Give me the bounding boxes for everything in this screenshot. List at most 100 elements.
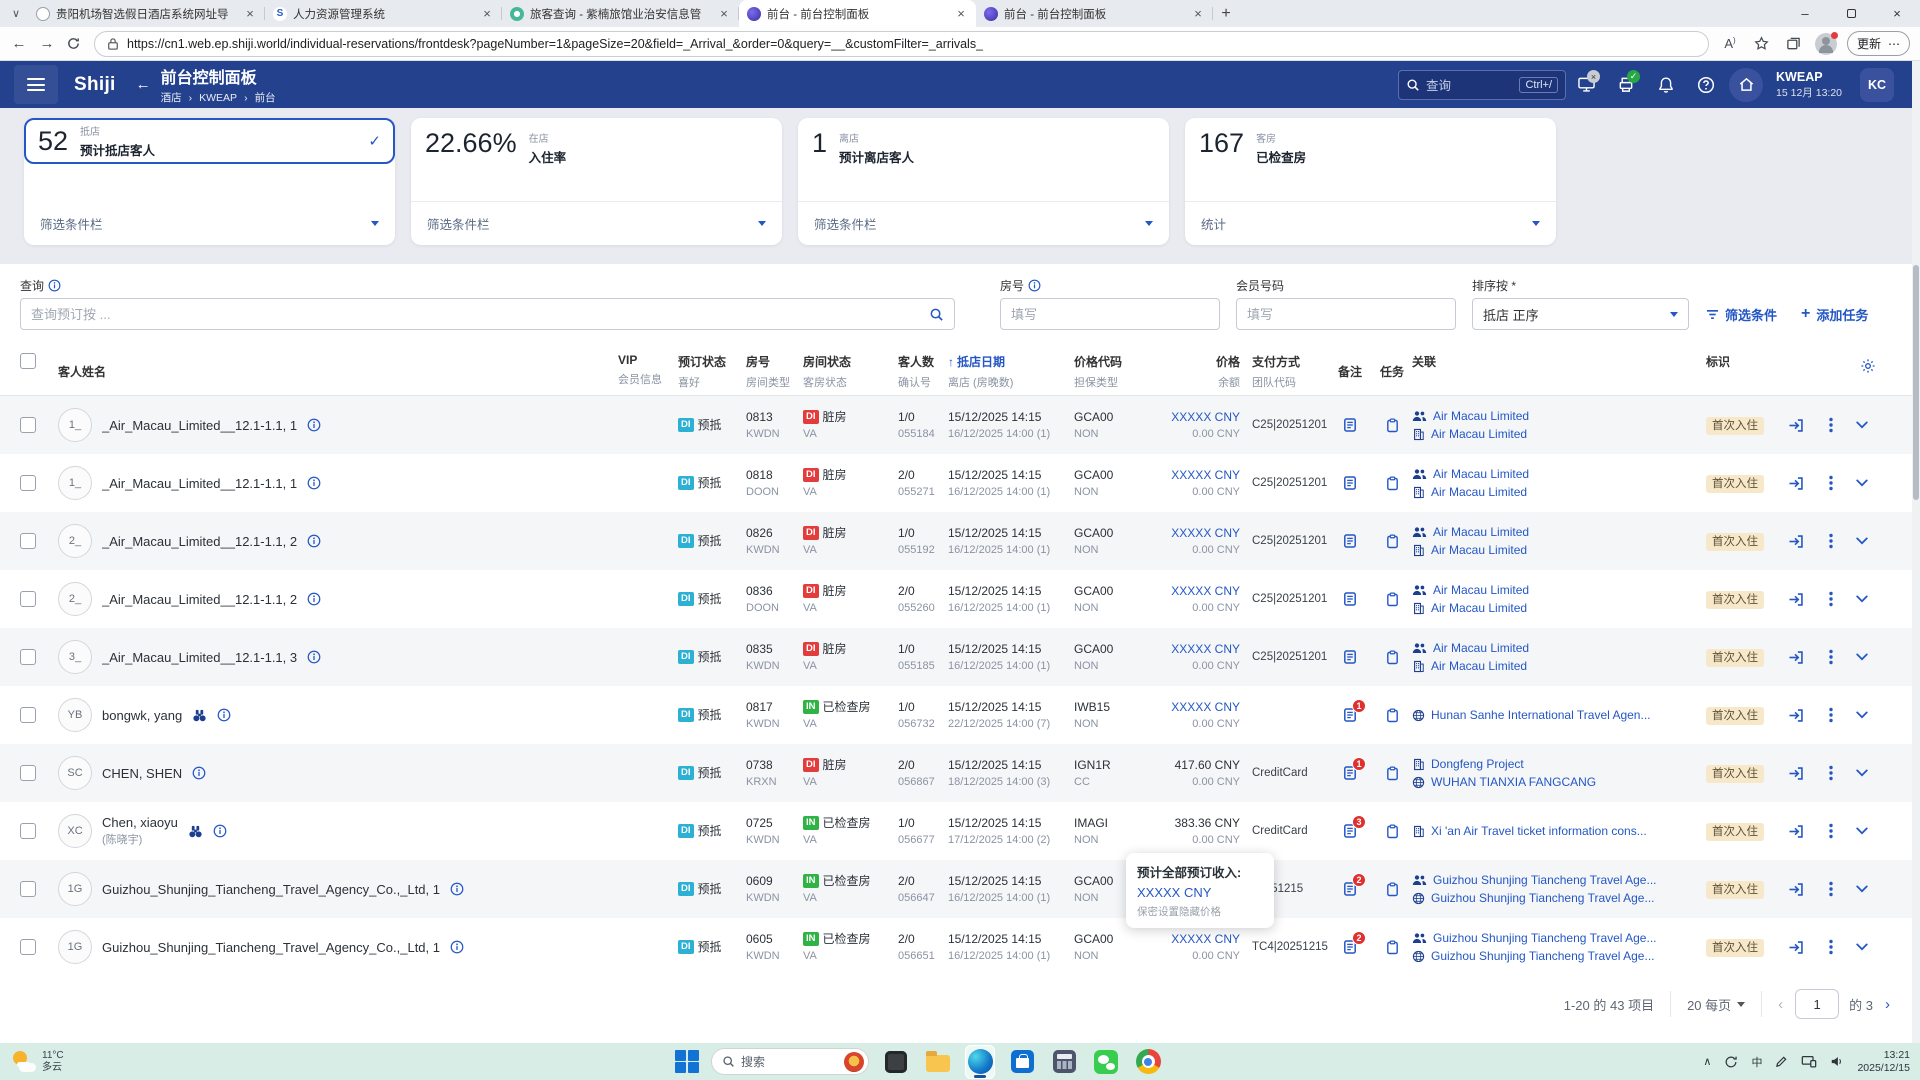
info-icon[interactable] (307, 476, 321, 490)
notes-icon[interactable] (1342, 475, 1358, 491)
row-checkbox[interactable] (20, 881, 36, 897)
window-minimize-button[interactable]: – (1782, 0, 1828, 27)
kpi-card-footer[interactable]: 筛选条件栏 (411, 202, 782, 245)
expand-row-chevron-icon[interactable] (1856, 711, 1868, 719)
expand-row-chevron-icon[interactable] (1856, 769, 1868, 777)
browser-tab[interactable]: 前台 - 前台控制面板 × (739, 0, 976, 27)
price[interactable]: XXXXX CNY (1140, 932, 1240, 947)
breadcrumb-item[interactable]: 前台 (255, 90, 276, 105)
kpi-card-footer[interactable]: 筛选条件栏 (798, 202, 1169, 245)
taskbar-clock[interactable]: 13:21 2025/12/15 (1857, 1049, 1910, 1074)
info-icon[interactable] (450, 940, 464, 954)
kebab-menu-icon[interactable] (1829, 881, 1833, 897)
reservation-row[interactable]: SC CHEN, SHEN DI预抵 0738 KRXN DI脏房 VA 2/0… (0, 744, 1912, 802)
tray-hidden-icons-chevron[interactable]: ∧ (1703, 1055, 1711, 1068)
kebab-menu-icon[interactable] (1829, 533, 1833, 549)
column-header[interactable]: 房号 房间类型 (746, 353, 803, 390)
related-party-link[interactable]: Air Macau Limited (1412, 658, 1706, 674)
row-checkbox[interactable] (20, 475, 36, 491)
more-menu-icon[interactable]: ⋯ (1888, 37, 1900, 51)
sort-by-select[interactable]: 抵店 正序 (1472, 298, 1689, 330)
query-search-input[interactable] (31, 307, 921, 322)
price[interactable]: XXXXX CNY (1140, 584, 1240, 599)
kebab-menu-icon[interactable] (1829, 823, 1833, 839)
reservation-row[interactable]: 1_ _Air_Macau_Limited__12.1-1.1, 1 DI预抵 … (0, 396, 1912, 454)
price[interactable]: XXXXX CNY (1140, 642, 1240, 657)
row-checkbox[interactable] (20, 533, 36, 549)
favorite-star-icon[interactable] (1751, 36, 1773, 51)
kebab-menu-icon[interactable] (1829, 939, 1833, 955)
reservation-row[interactable]: 2_ _Air_Macau_Limited__12.1-1.1, 2 DI预抵 … (0, 570, 1912, 628)
notes-icon[interactable] (1342, 533, 1358, 549)
related-party-link[interactable]: Guizhou Shunjing Tiancheng Travel Age... (1412, 948, 1706, 964)
tasks-icon[interactable] (1385, 824, 1400, 839)
user-avatar[interactable]: KC (1860, 68, 1894, 102)
info-icon[interactable] (192, 766, 206, 780)
global-search-input[interactable]: 查询 Ctrl+/ (1398, 70, 1566, 100)
edge-browser-icon[interactable] (965, 1045, 995, 1079)
fiscal-printer-icon[interactable]: ✓ (1606, 76, 1646, 93)
column-header[interactable]: 标识 (1706, 353, 1778, 390)
row-checkbox[interactable] (20, 765, 36, 781)
tray-sync-icon[interactable] (1724, 1055, 1738, 1069)
row-checkbox[interactable] (20, 707, 36, 723)
notes-icon[interactable] (1342, 417, 1358, 433)
property-info[interactable]: KWEAP 15 12月 13:20 (1776, 70, 1842, 100)
info-icon[interactable] (48, 279, 61, 292)
expand-row-chevron-icon[interactable] (1856, 479, 1868, 487)
check-in-icon[interactable] (1788, 708, 1805, 723)
check-in-icon[interactable] (1788, 940, 1805, 955)
related-party-link[interactable]: Dongfeng Project (1412, 756, 1706, 772)
row-checkbox[interactable] (20, 417, 36, 433)
info-icon[interactable] (1028, 279, 1041, 292)
price[interactable]: XXXXX CNY (1140, 410, 1240, 425)
browser-tab[interactable]: S 人力资源管理系统 × (265, 0, 502, 27)
reservation-row[interactable]: 2_ _Air_Macau_Limited__12.1-1.1, 2 DI预抵 … (0, 512, 1912, 570)
price[interactable]: XXXXX CNY (1140, 700, 1240, 715)
taskbar-search-box[interactable]: 搜索 (711, 1048, 869, 1075)
previous-page-icon[interactable]: ‹ (1778, 996, 1783, 1013)
url-field[interactable]: https://cn1.web.ep.shiji.world/individua… (94, 31, 1709, 57)
start-button[interactable] (675, 1050, 699, 1074)
row-checkbox[interactable] (20, 591, 36, 607)
calculator-icon[interactable] (1049, 1045, 1079, 1079)
reservation-row[interactable]: 1G Guizhou_Shunjing_Tiancheng_Travel_Age… (0, 918, 1912, 976)
column-header[interactable]: 房间状态 客房状态 (803, 353, 898, 390)
member-number-input[interactable] (1247, 307, 1445, 322)
column-header[interactable]: 支付方式 团队代码 (1240, 353, 1328, 390)
related-party-link[interactable]: Air Macau Limited (1412, 600, 1706, 616)
kebab-menu-icon[interactable] (1829, 417, 1833, 433)
notes-icon[interactable]: 2 (1342, 939, 1358, 955)
related-party-link[interactable]: Air Macau Limited (1412, 426, 1706, 442)
workstation-icon[interactable]: × (1566, 76, 1606, 93)
info-icon[interactable] (307, 418, 321, 432)
tab-close-icon[interactable]: × (1191, 6, 1205, 21)
taskbar-app-dark[interactable] (881, 1045, 911, 1079)
file-explorer-icon[interactable] (923, 1045, 953, 1079)
kebab-menu-icon[interactable] (1829, 591, 1833, 607)
kebab-menu-icon[interactable] (1829, 707, 1833, 723)
back-icon[interactable]: ← (10, 35, 28, 52)
notes-icon[interactable] (1342, 649, 1358, 665)
tab-close-icon[interactable]: × (954, 6, 968, 21)
tasks-icon[interactable] (1385, 940, 1400, 955)
reservation-row[interactable]: 1_ _Air_Macau_Limited__12.1-1.1, 1 DI预抵 … (0, 454, 1912, 512)
tasks-icon[interactable] (1385, 766, 1400, 781)
read-aloud-icon[interactable]: A) (1719, 36, 1741, 51)
chrome-icon[interactable] (1133, 1045, 1163, 1079)
related-party-link[interactable]: Air Macau Limited (1412, 466, 1706, 482)
check-in-icon[interactable] (1788, 418, 1805, 433)
ime-pen-icon[interactable] (1775, 1055, 1788, 1068)
column-header[interactable]: VIP 会员信息 (618, 353, 678, 390)
collections-icon[interactable] (1783, 36, 1805, 51)
related-party-link[interactable]: Air Macau Limited (1412, 524, 1706, 540)
ime-language-indicator[interactable]: 中 (1751, 1054, 1762, 1070)
column-header[interactable]: 价格 余额 (1140, 353, 1240, 390)
tasks-icon[interactable] (1385, 476, 1400, 491)
info-icon[interactable] (217, 708, 231, 722)
tasks-icon[interactable] (1385, 650, 1400, 665)
check-in-icon[interactable] (1788, 766, 1805, 781)
room-number-input[interactable] (1011, 307, 1209, 322)
kebab-menu-icon[interactable] (1829, 475, 1833, 491)
check-in-icon[interactable] (1788, 534, 1805, 549)
